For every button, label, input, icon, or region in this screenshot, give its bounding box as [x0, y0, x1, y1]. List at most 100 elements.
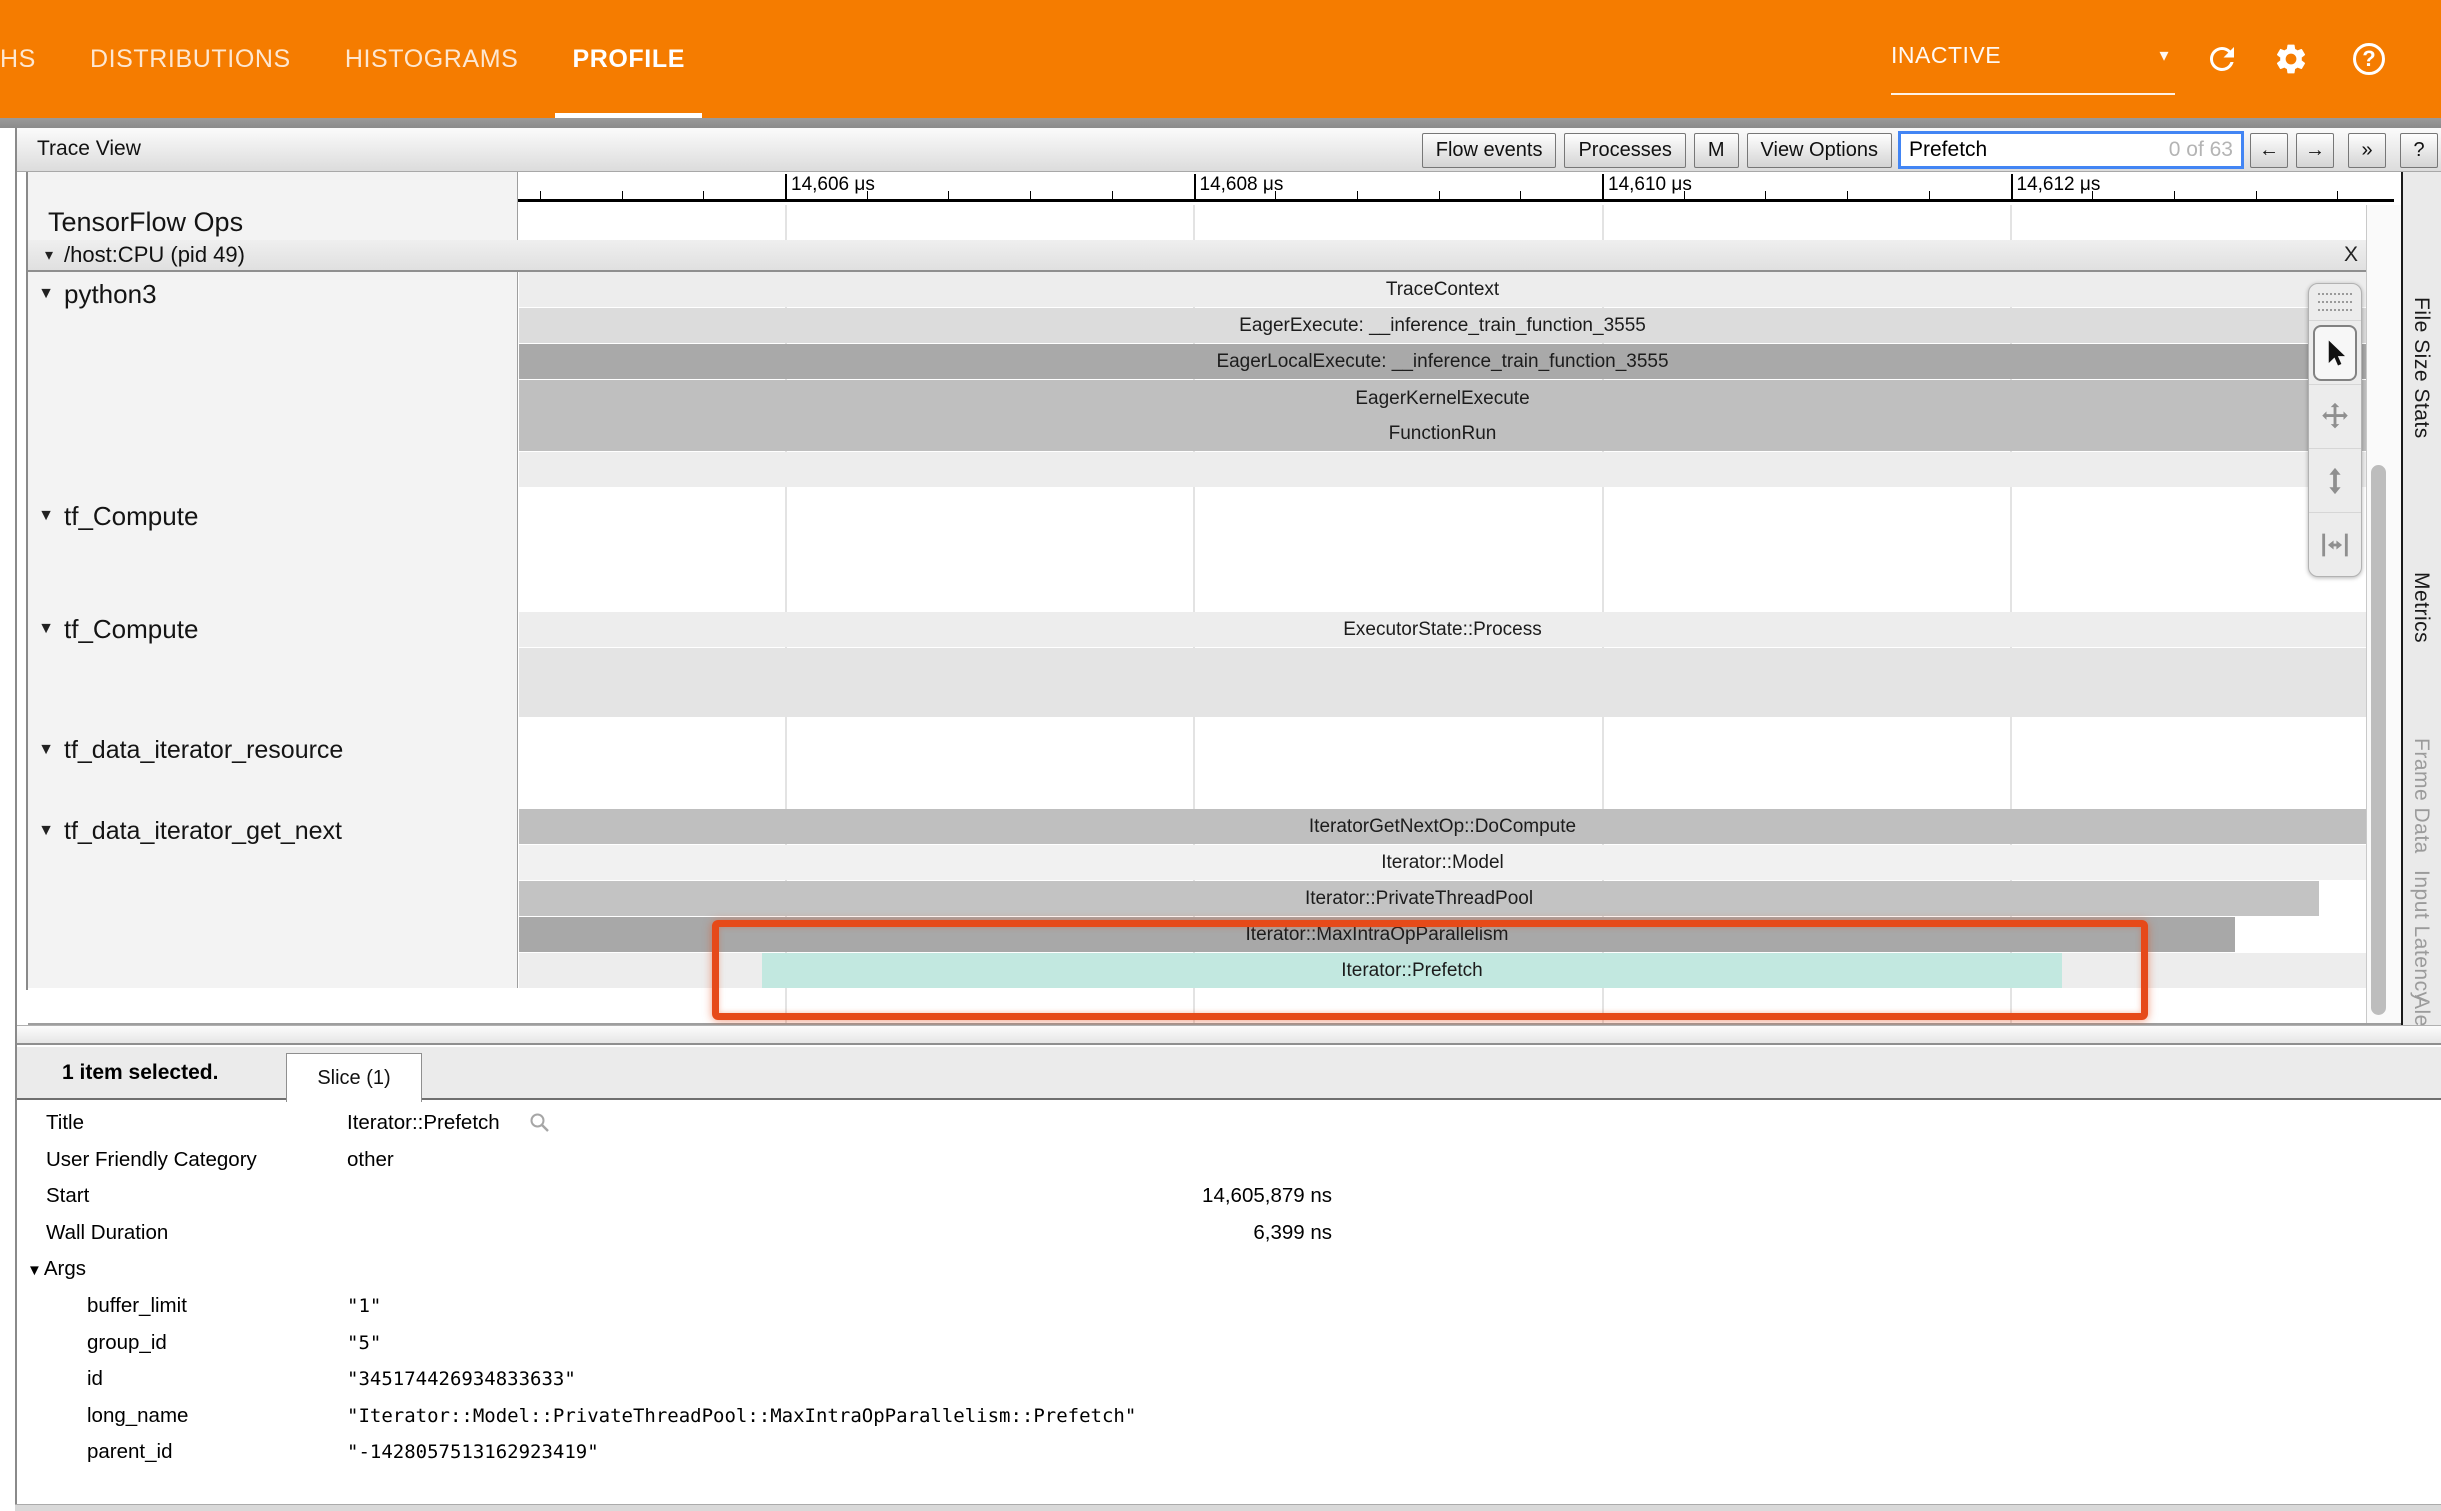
ruler-major-tick — [785, 174, 787, 199]
trace-event-bar[interactable]: IteratorGetNextOp::DoCompute — [519, 809, 2366, 844]
trace-canvas[interactable]: TraceContextEagerExecute: __inference_tr… — [518, 205, 2366, 1023]
collapse-triangle-icon[interactable]: ▼ — [28, 507, 64, 525]
detail-row-user-friendly-category: User Friendly Categoryother — [17, 1142, 2441, 1179]
detail-row-start: Start14,605,879 ns — [17, 1178, 2441, 1215]
selection-mode-button[interactable] — [2309, 320, 2361, 384]
drag-handle-icon[interactable] — [2309, 284, 2361, 320]
zoom-mode-button[interactable] — [2309, 448, 2361, 512]
detail-row-title: TitleIterator::Prefetch — [17, 1105, 2441, 1142]
process-header-label: /host:CPU (pid 49) — [64, 242, 245, 268]
detail-row-group-id: group_id"5" — [17, 1325, 2441, 1362]
close-process-button[interactable]: X — [2344, 243, 2358, 267]
trace-event-bar[interactable]: EagerExecute: __inference_train_function… — [519, 308, 2366, 343]
detail-label: User Friendly Category — [46, 1142, 347, 1179]
gear-icon[interactable] — [2272, 40, 2310, 78]
track-label-python3[interactable]: ▼python3 — [28, 278, 157, 310]
detail-value: other — [347, 1142, 1332, 1179]
trace-help-button[interactable]: ? — [2400, 133, 2438, 168]
track-label-tf-compute[interactable]: ▼tf_Compute — [28, 500, 198, 532]
tab-histograms[interactable]: HISTOGRAMS — [318, 0, 546, 118]
timing-mode-button[interactable] — [2309, 512, 2361, 576]
ruler-minor-tick — [867, 191, 868, 199]
trace-event-bar-prefetch-selected[interactable]: Iterator::Prefetch — [762, 953, 2062, 988]
help-icon[interactable]: ? — [2350, 40, 2388, 78]
tab-distributions[interactable]: DISTRIBUTIONS — [63, 0, 318, 118]
collapse-triangle-icon[interactable]: ▼ — [28, 620, 64, 638]
trace-event-bar[interactable]: TraceContext — [519, 272, 2366, 307]
collapse-triangle-icon[interactable]: ▾ — [34, 245, 64, 265]
trace-event-bar[interactable]: Iterator::MaxIntraOpParallelism — [519, 917, 2235, 952]
sidebar-tab-input-latency[interactable]: Input Latency — [2409, 870, 2433, 1003]
trace-event-bar[interactable]: ExecutorState::Process — [519, 612, 2366, 647]
find-next-button[interactable]: → — [2296, 133, 2334, 168]
flow-events-button[interactable]: Flow events — [1422, 133, 1557, 168]
magnifier-icon[interactable] — [528, 1111, 552, 1135]
search-input[interactable]: Prefetch 0 of 63 — [1898, 131, 2244, 169]
detail-label: Wall Duration — [46, 1215, 347, 1252]
tab-slice[interactable]: Slice (1) — [286, 1053, 422, 1102]
trace-toolbar-buttons: Flow events Processes M View Options Pre… — [1414, 131, 2441, 169]
refresh-icon[interactable] — [2203, 40, 2241, 78]
ruler-minor-tick — [1112, 191, 1113, 199]
ruler-tick-label: 14,610 μs — [1608, 174, 1692, 196]
view-options-button[interactable]: View Options — [1747, 133, 1892, 168]
trace-event-bar[interactable]: Iterator::Model — [519, 845, 2366, 880]
run-status-select[interactable]: INACTIVE ▾ — [1891, 42, 2175, 95]
detail-label[interactable]: ▼Args — [27, 1251, 2441, 1290]
ruler-minor-tick — [1357, 191, 1358, 199]
processes-button[interactable]: Processes — [1564, 133, 1685, 168]
collapse-triangle-icon[interactable]: ▼ — [28, 822, 64, 840]
ruler-tick-label: 14,612 μs — [2017, 174, 2101, 196]
cursor-icon — [2313, 325, 2357, 381]
details-panel-content: TitleIterator::PrefetchUser Friendly Cat… — [17, 1105, 2441, 1471]
sidebar-tab-file-size-stats[interactable]: File Size Stats — [2409, 297, 2433, 439]
detail-label: group_id — [46, 1325, 347, 1362]
detail-row-buffer-limit: buffer_limit"1" — [17, 1288, 2441, 1325]
tab-profile[interactable]: PROFILE — [545, 0, 712, 118]
ruler-minor-tick — [948, 191, 949, 199]
ruler-major-tick — [1602, 174, 1604, 199]
marker-mode-button[interactable]: M — [1694, 133, 1739, 168]
track-label-column: TensorFlow Ops ▼python3 ▼tf_Compute ▼tf_Com… — [28, 172, 518, 988]
sidebar-tab-frame-data[interactable]: Frame Data — [2409, 738, 2433, 854]
track-label-tensorflow-ops[interactable]: TensorFlow Ops — [28, 206, 243, 238]
trace-view-panel: Trace View Flow events Processes M View … — [15, 128, 2441, 1504]
track-label-tf-compute[interactable]: ▼tf_Compute — [28, 613, 198, 645]
detail-label: id — [46, 1361, 347, 1398]
tab-hs[interactable]: HS — [0, 0, 63, 118]
detail-value: "-1428057513162923419" — [347, 1434, 1332, 1471]
trace-event-bar[interactable]: EagerLocalExecute: __inference_train_fun… — [519, 344, 2366, 379]
sidebar-tab-metrics[interactable]: Metrics — [2409, 572, 2433, 643]
process-header-host-cpu[interactable]: ▾ /host:CPU (pid 49) X — [28, 240, 2366, 272]
ruler-minor-tick — [1520, 191, 1521, 199]
trace-event-bar[interactable]: EagerKernelExecute — [519, 380, 2366, 417]
appbar-shadow — [0, 118, 2441, 128]
horizontal-scrollbar[interactable] — [17, 1025, 2441, 1045]
track-label-tf-data-iterator-get-next[interactable]: ▼tf_data_iterator_get_next — [28, 815, 342, 847]
track-label-tf-data-iterator-resource[interactable]: ▼tf_data_iterator_resource — [28, 734, 343, 766]
vertical-scrollbar-thumb[interactable] — [2371, 465, 2386, 1015]
ruler-minor-tick — [622, 191, 623, 199]
track-label-text: tf_data_iterator_resource — [64, 736, 343, 765]
trace-event-bar[interactable] — [519, 452, 2366, 487]
detail-value: "1" — [347, 1288, 1332, 1325]
details-panel-header: 1 item selected. Slice (1) — [17, 1047, 2441, 1100]
pan-mode-button[interactable] — [2309, 384, 2361, 448]
ruler-minor-tick — [2256, 191, 2257, 199]
sidebar-tab-alerts[interactable]: Alerts — [2409, 995, 2433, 1025]
ruler-major-tick — [1194, 174, 1196, 199]
more-options-button[interactable]: » — [2348, 133, 2386, 168]
app-bar: HSDISTRIBUTIONSHISTOGRAMSPROFILE INACTIV… — [0, 0, 2441, 118]
trace-event-bar[interactable]: Iterator::PrivateThreadPool — [519, 881, 2319, 916]
find-previous-button[interactable]: ← — [2250, 133, 2288, 168]
detail-row-id: id"345174426934833633" — [17, 1361, 2441, 1398]
collapse-triangle-icon[interactable]: ▼ — [27, 1253, 42, 1290]
collapse-triangle-icon[interactable]: ▼ — [28, 741, 64, 759]
trace-event-bar[interactable]: FunctionRun — [519, 416, 2366, 451]
detail-row-args: ▼Args — [17, 1251, 2441, 1288]
trace-toolbar: Trace View Flow events Processes M View … — [17, 128, 2441, 172]
ruler-minor-tick — [1847, 191, 1848, 199]
ruler-tick-label: 14,608 μs — [1200, 174, 1284, 196]
trace-event-bar[interactable] — [519, 648, 2366, 717]
collapse-triangle-icon[interactable]: ▼ — [28, 285, 64, 303]
